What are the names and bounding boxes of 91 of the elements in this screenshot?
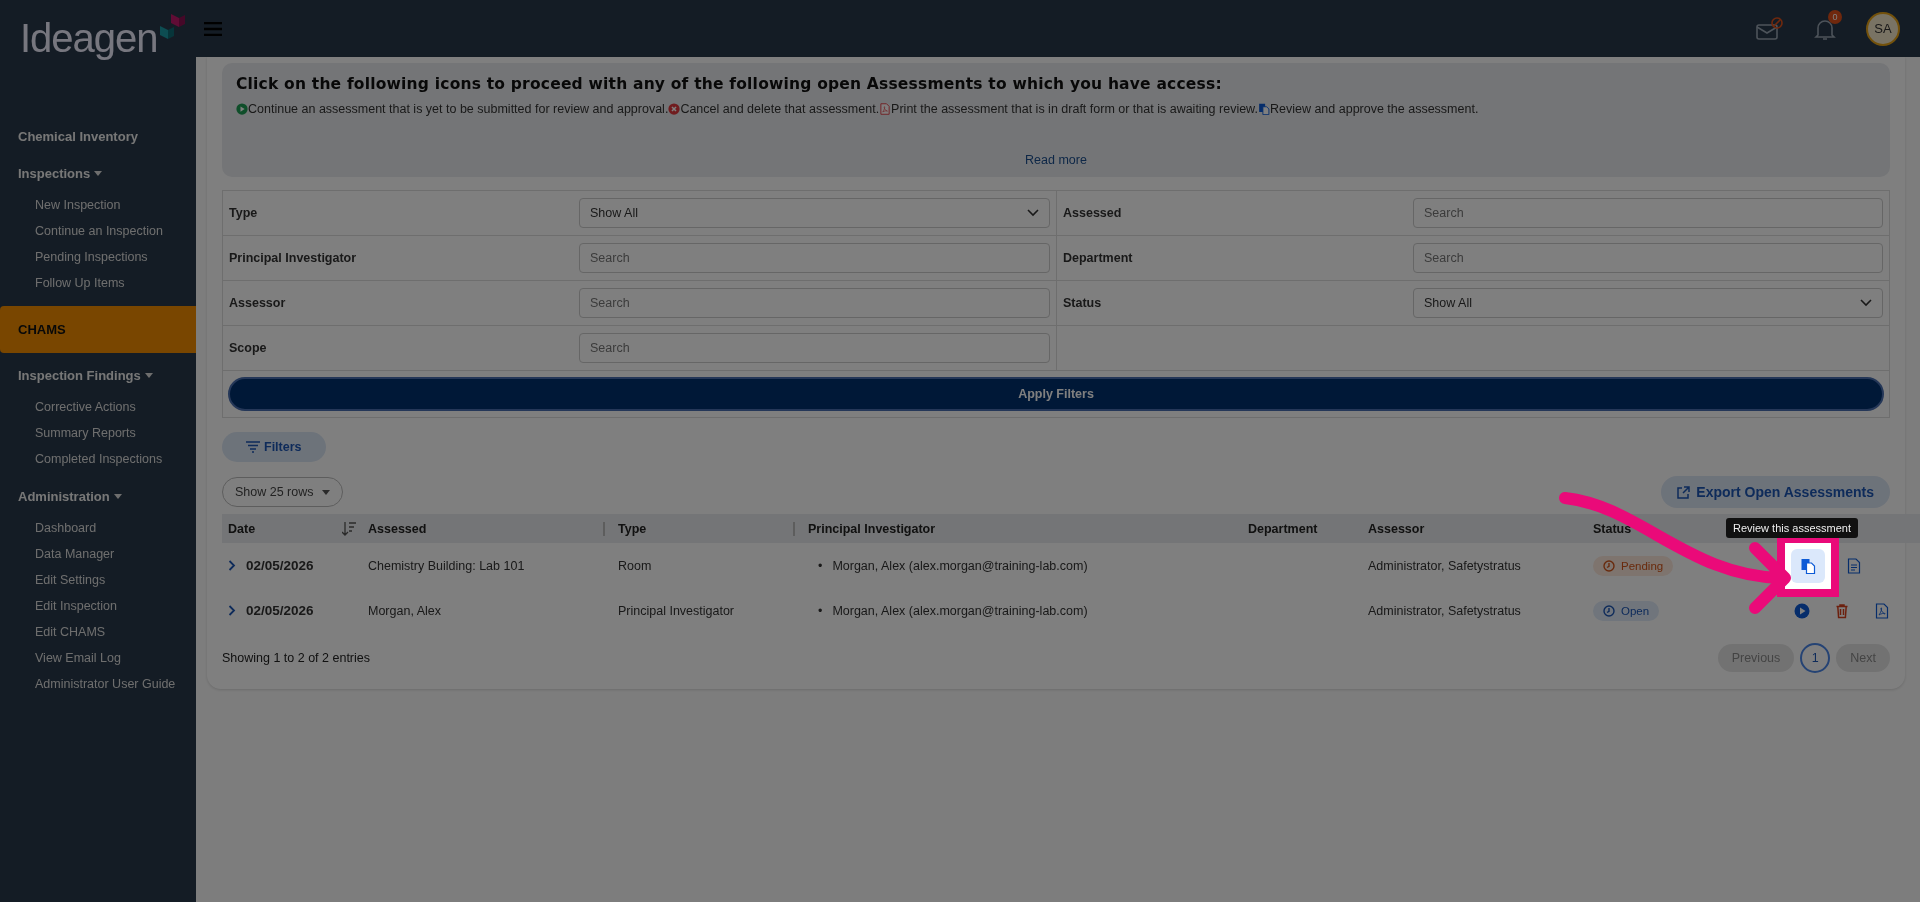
sidebar-link[interactable]: Pending Inspections — [0, 244, 196, 270]
search-field[interactable]: Search — [1413, 243, 1883, 273]
expand-icon[interactable] — [228, 605, 236, 616]
filter-label: Assessed — [1063, 206, 1123, 220]
sidebar-link[interactable]: Summary Reports — [0, 420, 196, 446]
legend-text: Review and approve the assessment. — [1269, 102, 1479, 116]
sidebar-item[interactable]: CHAMS — [0, 306, 196, 353]
table-cell: Administrator, Safetystratus — [1362, 588, 1587, 633]
caret-icon — [321, 489, 330, 495]
page-button[interactable]: 1 — [1800, 643, 1831, 673]
column-header[interactable]: Status — [1593, 521, 1632, 536]
caret-icon — [113, 493, 122, 500]
select-field[interactable]: Show All — [579, 198, 1050, 228]
filter-icon — [246, 441, 260, 453]
play-circle-icon — [1794, 602, 1810, 619]
tooltip: Review this assessment — [1726, 518, 1858, 538]
date-cell: 02/05/2026 — [246, 603, 314, 618]
search-field[interactable]: Search — [579, 288, 1050, 318]
table-cell: Chemistry Building: Lab 101 — [362, 543, 612, 588]
sidebar-link[interactable]: Completed Inspections — [0, 446, 196, 472]
trash-icon — [1834, 602, 1850, 619]
play-circle-icon — [236, 103, 248, 115]
filter-label: Status — [1063, 296, 1103, 310]
column-header[interactable]: Date — [228, 521, 256, 536]
table-cell: Morgan, Alex — [362, 588, 612, 633]
sidebar-link[interactable]: View Email Log — [0, 645, 196, 671]
sidebar-item[interactable]: Chemical Inventory — [0, 118, 196, 155]
date-cell: 02/05/2026 — [246, 558, 314, 573]
column-header[interactable]: Assessor — [1368, 521, 1425, 536]
sidebar-item[interactable]: Inspection Findings — [0, 357, 196, 394]
sidebar-item[interactable]: Inspections — [0, 155, 196, 192]
caret-icon — [94, 170, 103, 177]
sidebar-link[interactable]: Edit Settings — [0, 567, 196, 593]
documents-icon — [1800, 557, 1816, 574]
sidebar-item[interactable]: Administration — [0, 478, 196, 515]
filter-label: Type — [229, 206, 259, 220]
investigator-name: Morgan, Alex (alex.morgan@training-lab.com) — [832, 557, 1088, 574]
chevron-down-icon[interactable] — [1860, 299, 1872, 307]
logo[interactable]: Ideagen — [20, 18, 158, 58]
document-icon — [1846, 557, 1862, 574]
search-field[interactable]: Search — [579, 243, 1050, 273]
bullet: • — [818, 602, 823, 619]
legend-text: Continue an assessment that is yet to be submitted for review and approval. — [248, 102, 669, 116]
page-size-dropdown[interactable]: Show 25 rows — [222, 477, 343, 507]
table-cell: Room — [612, 543, 802, 588]
x-circle-icon — [668, 103, 681, 115]
column-header[interactable]: Principal Investigator — [808, 521, 936, 536]
pdf-file-icon — [1874, 602, 1890, 619]
sidebar-link[interactable]: Edit CHAMS — [0, 619, 196, 645]
pdf-file-icon — [879, 103, 892, 115]
export-icon — [1677, 485, 1691, 499]
status-badge: Open — [1593, 600, 1660, 621]
sidebar-link[interactable]: Continue an Inspection — [0, 218, 196, 244]
column-header[interactable]: Type — [618, 521, 647, 536]
sidebar-link[interactable]: Follow Up Items — [0, 270, 196, 296]
sidebar-link[interactable]: Edit Inspection — [0, 593, 196, 619]
review-action-button[interactable] — [1791, 548, 1825, 583]
investigator-name: Morgan, Alex (alex.morgan@training-lab.com) — [832, 602, 1088, 619]
filter-label: Assessor — [229, 296, 287, 310]
notification-badge: 0 — [1828, 9, 1842, 24]
bullet: • — [818, 557, 823, 574]
column-header[interactable]: Assessed — [368, 521, 427, 536]
documents-icon — [1257, 103, 1270, 115]
user-avatar[interactable]: SA — [1866, 11, 1900, 46]
status-badge: Pending — [1593, 555, 1674, 576]
sidebar-link[interactable]: Administrator User Guide — [0, 671, 196, 697]
caret-icon — [144, 372, 153, 379]
export-button[interactable]: Export Open Assessments — [1661, 476, 1890, 508]
instructions-heading: Click on the following icons to proceed with any of the following open Assessments to which you have access: — [236, 75, 1223, 93]
filters-button[interactable]: Filters — [222, 432, 326, 462]
filter-label: Principal Investigator — [229, 251, 358, 265]
search-field[interactable]: Search — [579, 333, 1050, 363]
select-field[interactable]: Show All — [1413, 288, 1883, 318]
sidebar-link[interactable]: Dashboard — [0, 515, 196, 541]
table-cell: Administrator, Safetystratus — [1362, 543, 1587, 588]
apply-filters-button[interactable]: Apply Filters — [228, 377, 1884, 411]
legend-text: Print the assessment that is in draft form or that is awaiting review. — [891, 102, 1258, 116]
entries-summary: Showing 1 to 2 of 2 entries — [222, 651, 370, 665]
sidebar-link[interactable]: Corrective Actions — [0, 394, 196, 420]
legend-text: Cancel and delete that assessment. — [680, 102, 880, 116]
read-more-link[interactable]: Read more — [1025, 153, 1087, 167]
sidebar-link[interactable]: New Inspection — [0, 192, 196, 218]
search-field[interactable]: Search — [1413, 198, 1883, 228]
table-cell: Principal Investigator — [612, 588, 802, 633]
chevron-down-icon[interactable] — [1027, 209, 1039, 217]
sidebar-link[interactable]: Data Manager — [0, 541, 196, 567]
filter-label: Department — [1063, 251, 1134, 265]
expand-icon[interactable] — [228, 560, 236, 571]
filter-label: Scope — [229, 341, 268, 355]
mail-blocked-icon[interactable] — [1756, 15, 1784, 42]
sort-icon[interactable] — [342, 521, 356, 536]
